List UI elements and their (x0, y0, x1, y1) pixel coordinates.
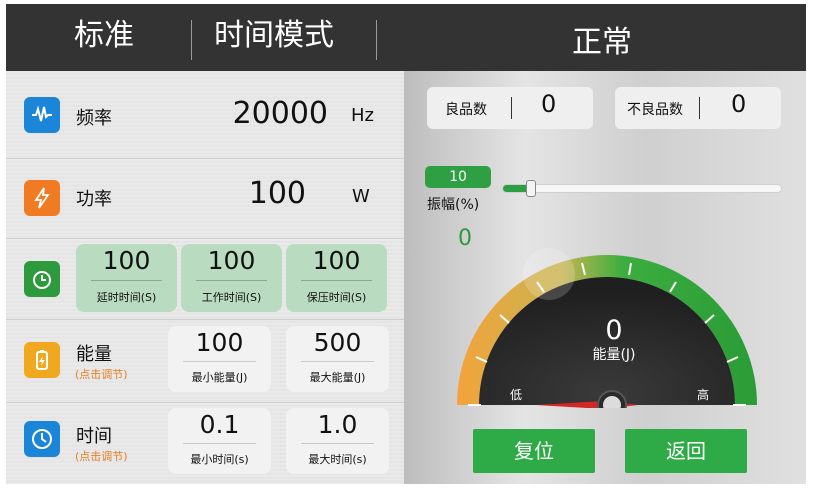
max-energy-value: 500 (313, 328, 362, 357)
value-underline (183, 361, 256, 362)
amplitude-label: 振幅(%) (427, 197, 480, 213)
max-energy-caption: 最大能量(J) (309, 371, 366, 384)
power-value[interactable]: 100 (206, 176, 306, 211)
max-time-value: 1.0 (317, 410, 358, 439)
gauge-value: 0 (605, 315, 622, 346)
value-underline (301, 280, 372, 281)
good-count-label: 良品数 (445, 102, 487, 118)
device-screen: 标准 时间模式 正常 频率 20000 Hz 功率 100 W 100 延时时间… (6, 4, 806, 484)
timer-icon (24, 261, 60, 297)
time-hint: (点击调节) (75, 450, 128, 463)
count-divider (699, 97, 700, 119)
gauge-low-label: 低 (510, 388, 522, 402)
hold-time-caption: 保压时间(S) (306, 291, 367, 304)
good-count-box: 良品数 0 (427, 87, 593, 129)
bad-count-label: 不良品数 (627, 102, 683, 118)
good-count-value: 0 (541, 90, 557, 118)
power-label: 功率 (76, 189, 112, 210)
bad-count-box: 不良品数 0 (615, 87, 781, 129)
value-underline (91, 280, 162, 281)
row-divider (6, 158, 404, 159)
frequency-label: 频率 (76, 108, 112, 129)
value-underline (196, 280, 267, 281)
mode-time-label[interactable]: 时间模式 (214, 16, 334, 56)
amplitude-slider-track[interactable] (502, 184, 782, 193)
header-divider (376, 20, 377, 60)
back-button[interactable]: 返回 (625, 429, 747, 473)
min-time-box[interactable]: 0.1 最小时间(s) (168, 408, 271, 474)
time-label: 时间 (76, 426, 112, 447)
waveform-icon (24, 97, 60, 133)
value-underline (301, 443, 374, 444)
delay-time-box[interactable]: 100 延时时间(S) (76, 244, 177, 312)
work-time-value: 100 (207, 246, 256, 275)
max-energy-box[interactable]: 500 最大能量(J) (286, 326, 389, 392)
amplitude-badge: 10 (425, 166, 491, 188)
min-time-value: 0.1 (199, 410, 240, 439)
amplitude-slider-thumb[interactable] (526, 180, 536, 197)
work-time-box[interactable]: 100 工作时间(S) (181, 244, 282, 312)
value-underline (301, 361, 374, 362)
hold-time-value: 100 (312, 246, 361, 275)
min-time-caption: 最小时间(s) (190, 453, 249, 466)
min-energy-value: 100 (195, 328, 244, 357)
frequency-unit: Hz (351, 105, 374, 126)
delay-time-caption: 延时时间(S) (96, 291, 157, 304)
battery-icon (24, 342, 60, 378)
delay-time-value: 100 (102, 246, 151, 275)
clock-icon (24, 421, 60, 457)
gauge-high-label: 高 (697, 387, 709, 402)
min-energy-caption: 最小能量(J) (191, 371, 248, 384)
work-time-caption: 工作时间(S) (201, 291, 262, 304)
energy-hint: (点击调节) (75, 368, 128, 381)
count-divider (511, 97, 512, 119)
lightning-icon (24, 180, 60, 216)
energy-gauge: 0 能量(J) 低 高 (457, 248, 757, 408)
header-bar: 标准 时间模式 正常 (6, 4, 806, 71)
mode-standard-label[interactable]: 标准 (74, 16, 134, 56)
frequency-value[interactable]: 20000 (206, 96, 328, 131)
row-divider (6, 238, 404, 239)
max-time-caption: 最大时间(s) (308, 453, 367, 466)
energy-label: 能量 (76, 344, 112, 365)
gauge-highlight (523, 248, 575, 300)
power-unit: W (352, 186, 370, 207)
status-label: 正常 (572, 25, 632, 60)
max-time-box[interactable]: 1.0 最大时间(s) (286, 408, 389, 474)
header-divider (191, 20, 192, 60)
bad-count-value: 0 (731, 90, 747, 118)
row-divider (6, 319, 404, 320)
gauge-label: 能量(J) (592, 347, 635, 363)
row-divider (6, 402, 404, 403)
value-underline (183, 443, 256, 444)
hold-time-box[interactable]: 100 保压时间(S) (286, 244, 387, 312)
min-energy-box[interactable]: 100 最小能量(J) (168, 326, 271, 392)
reset-button[interactable]: 复位 (473, 429, 595, 473)
